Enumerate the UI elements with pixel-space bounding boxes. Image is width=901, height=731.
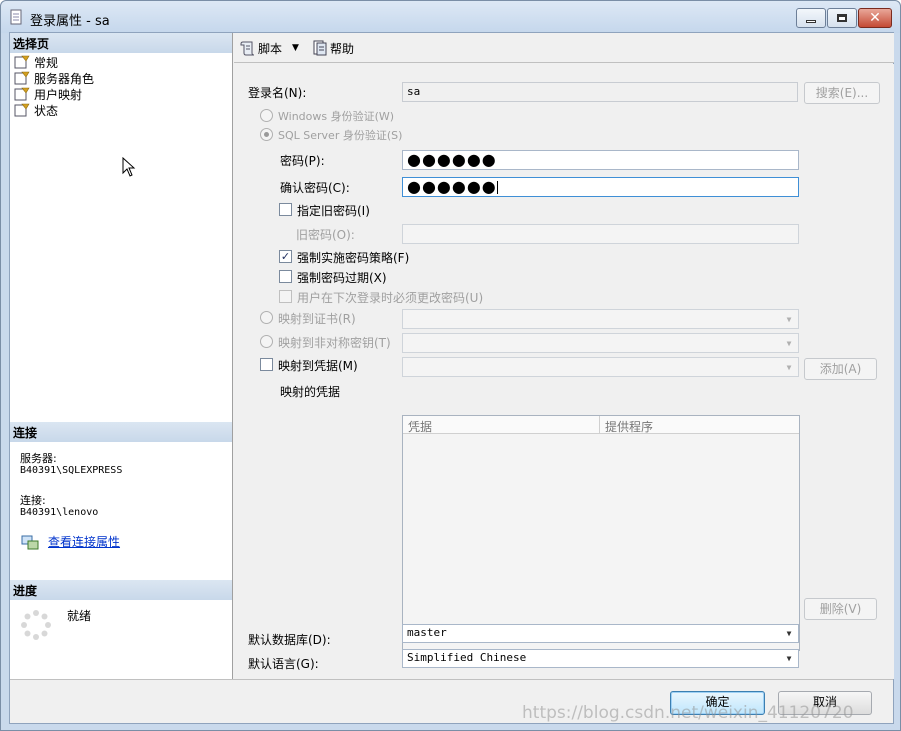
- minimize-button[interactable]: [796, 8, 826, 28]
- default-lang-combo[interactable]: Simplified Chinese ▼: [402, 649, 799, 668]
- mapped-credentials-grid[interactable]: 凭据 提供程序: [402, 415, 800, 651]
- title-bar[interactable]: 登录属性 - sa ✕: [1, 1, 900, 33]
- specify-old-password-label: 指定旧密码(I): [297, 204, 370, 218]
- general-page: 登录名(N): sa 搜索(E)... Windows 身份验证(W) SQL …: [234, 64, 894, 679]
- page-item-general[interactable]: 常规: [14, 54, 58, 70]
- map-cert-radio[interactable]: [260, 311, 273, 324]
- maximize-button[interactable]: [827, 8, 857, 28]
- mapped-credentials-label: 映射的凭据: [280, 385, 341, 399]
- view-connection-properties-link[interactable]: 查看连接属性: [48, 536, 120, 549]
- sql-auth-radio[interactable]: [260, 128, 273, 141]
- default-db-value: master: [407, 626, 447, 639]
- confirm-password-value: ●●●●●●: [407, 177, 497, 196]
- watermark-text: https://blog.csdn.net/weixin_41120720: [522, 703, 854, 723]
- page-item-user-mapping[interactable]: 用户映射: [14, 86, 82, 102]
- page-item-status[interactable]: 状态: [14, 102, 58, 118]
- button-bar: 确定 取消 https://blog.csdn.net/weixin_41120…: [10, 679, 893, 723]
- old-password-label: 旧密码(O):: [296, 228, 355, 242]
- page-icon: [10, 9, 22, 25]
- page-wrench-icon: [14, 87, 30, 101]
- password-field[interactable]: ●●●●●●: [402, 150, 799, 170]
- chevron-down-icon: ▼: [786, 314, 792, 324]
- enforce-expiration-label: 强制密码过期(X): [297, 271, 387, 285]
- script-icon: [240, 41, 255, 56]
- login-properties-window: 登录属性 - sa ✕ 选择页 常规 服务器角色 用户映射 状态 连接 服务器:…: [0, 0, 901, 731]
- credential-combo[interactable]: ▼: [402, 357, 799, 377]
- sql-auth-label: SQL Server 身份验证(S): [278, 129, 403, 142]
- mouse-cursor-icon: [122, 157, 136, 177]
- login-name-label: 登录名(N):: [248, 86, 307, 100]
- dialog-client: 选择页 常规 服务器角色 用户映射 状态 连接 服务器: B40391\SQLE…: [9, 32, 894, 724]
- cert-combo[interactable]: ▼: [402, 309, 799, 329]
- add-button[interactable]: 添加(A): [804, 358, 877, 380]
- enforce-policy-label: 强制实施密码策略(F): [297, 251, 410, 265]
- script-button[interactable]: 脚本 ▼: [240, 39, 299, 57]
- page-wrench-icon: [14, 71, 30, 85]
- page-item-label: 用户映射: [34, 87, 83, 102]
- windows-auth-radio[interactable]: [260, 109, 273, 122]
- chevron-down-icon: ▼: [786, 338, 792, 348]
- grid-header: 凭据 提供程序: [403, 416, 799, 434]
- enforce-policy-checkbox[interactable]: ✓: [279, 250, 292, 263]
- login-name-field[interactable]: sa: [402, 82, 798, 102]
- chevron-down-icon: ▼: [786, 653, 792, 663]
- chevron-down-icon: ▼: [786, 362, 792, 372]
- left-pane: 选择页 常规 服务器角色 用户映射 状态 连接 服务器: B40391\SQLE…: [10, 33, 233, 679]
- remove-button[interactable]: 删除(V): [804, 598, 877, 620]
- column-header-provider[interactable]: 提供程序: [605, 418, 653, 435]
- window-title: 登录属性 - sa: [30, 14, 110, 29]
- specify-old-password-checkbox[interactable]: [279, 203, 292, 216]
- progress-spinner-icon: [21, 610, 51, 640]
- column-header-credential[interactable]: 凭据: [408, 418, 432, 435]
- page-wrench-icon: [14, 55, 30, 69]
- map-asym-key-label: 映射到非对称密钥(T): [278, 336, 391, 350]
- connection-header: 连接: [10, 422, 232, 442]
- toolbar: 脚本 ▼ 帮助: [234, 33, 894, 63]
- page-wrench-icon: [14, 103, 30, 117]
- close-button[interactable]: ✕: [858, 8, 892, 28]
- default-db-combo[interactable]: master ▼: [402, 624, 799, 643]
- page-item-label: 服务器角色: [34, 71, 95, 86]
- map-credential-label: 映射到凭据(M): [278, 359, 358, 373]
- dropdown-arrow-icon[interactable]: ▼: [292, 43, 299, 53]
- must-change-checkbox[interactable]: [279, 290, 292, 303]
- windows-auth-label: Windows 身份验证(W): [278, 110, 395, 123]
- connection-properties-icon: [21, 535, 39, 550]
- default-lang-label: 默认语言(G):: [248, 657, 319, 671]
- asym-key-combo[interactable]: ▼: [402, 333, 799, 353]
- map-asym-key-radio[interactable]: [260, 335, 273, 348]
- page-item-label: 状态: [34, 103, 59, 118]
- connection-value: B40391\lenovo: [20, 507, 99, 518]
- default-lang-value: Simplified Chinese: [407, 651, 527, 664]
- search-button[interactable]: 搜索(E)...: [804, 82, 880, 104]
- password-label: 密码(P):: [280, 154, 325, 168]
- old-password-field[interactable]: [402, 224, 799, 244]
- select-page-header: 选择页: [10, 33, 232, 53]
- must-change-label: 用户在下次登录时必须更改密码(U): [297, 291, 484, 305]
- column-divider: [599, 416, 600, 433]
- minimize-icon: [806, 19, 816, 23]
- chevron-down-icon: ▼: [786, 628, 792, 638]
- server-value: B40391\SQLEXPRESS: [20, 465, 123, 476]
- map-credential-checkbox[interactable]: [260, 358, 273, 371]
- page-item-label: 常规: [34, 55, 59, 70]
- confirm-password-field[interactable]: ●●●●●●: [402, 177, 799, 197]
- default-db-label: 默认数据库(D):: [248, 633, 331, 647]
- map-cert-label: 映射到证书(R): [278, 312, 356, 326]
- page-item-server-roles[interactable]: 服务器角色: [14, 70, 94, 86]
- progress-header: 进度: [10, 580, 232, 600]
- progress-status: 就绪: [67, 609, 92, 623]
- text-caret: [496, 181, 498, 194]
- enforce-expiration-checkbox[interactable]: [279, 270, 292, 283]
- help-icon: [313, 40, 327, 56]
- confirm-password-label: 确认密码(C):: [280, 181, 350, 195]
- help-button[interactable]: 帮助: [312, 39, 354, 57]
- maximize-icon: [837, 14, 847, 22]
- help-label: 帮助: [330, 41, 355, 56]
- script-label: 脚本: [258, 41, 283, 56]
- close-icon: ✕: [869, 10, 881, 26]
